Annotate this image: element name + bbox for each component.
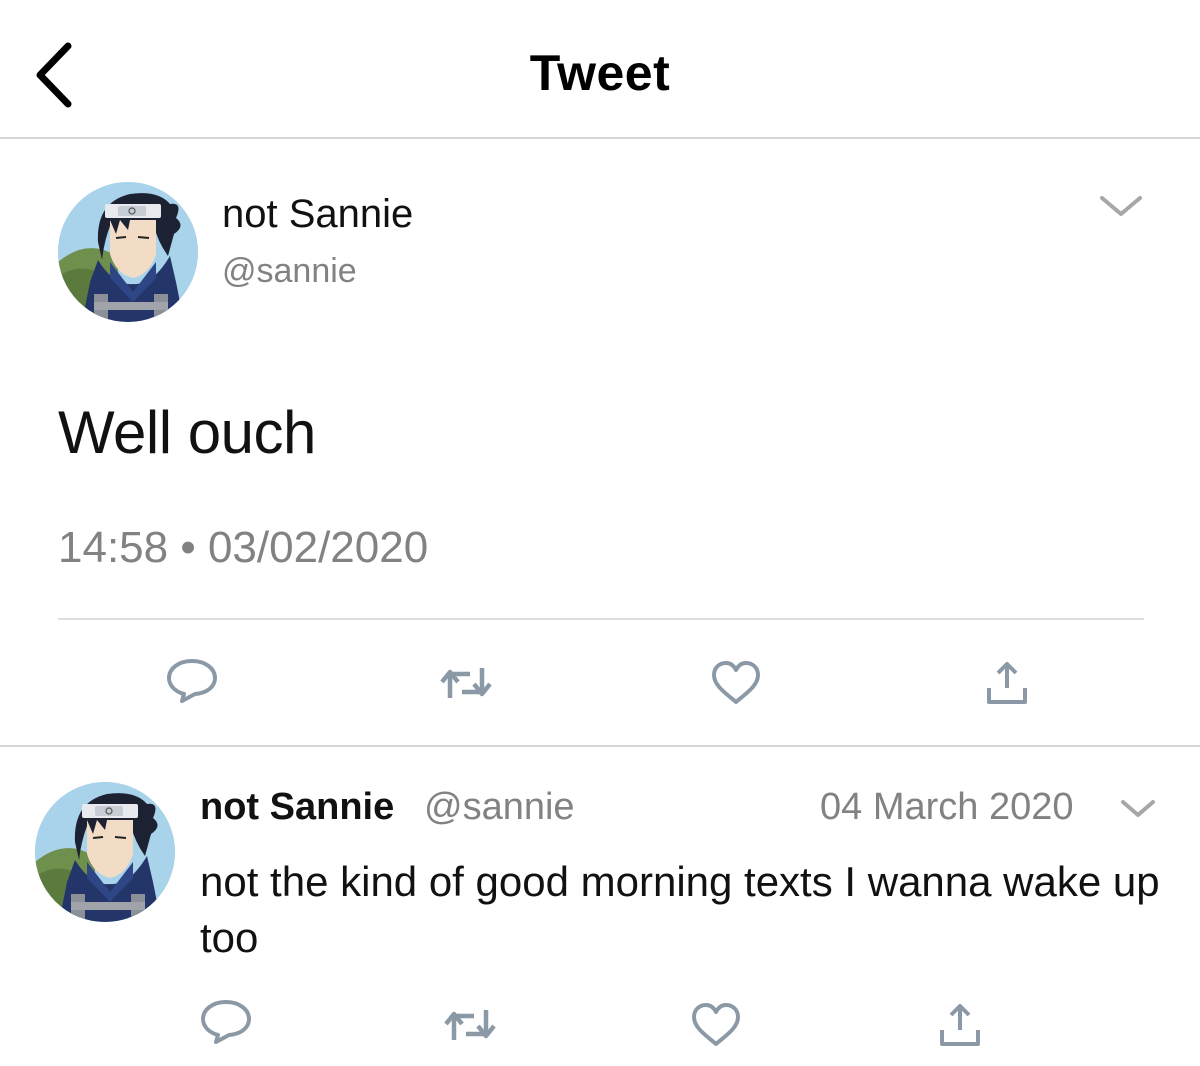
tweet-detail-screen: Tweet not Sannie @sannie Well ouch 14:58… [0, 0, 1200, 1066]
divider [58, 618, 1144, 620]
tweet-date: 04 March 2020 [820, 786, 1074, 828]
divider [0, 745, 1200, 747]
tweet-options-button[interactable] [1119, 793, 1157, 823]
retweet-button[interactable] [436, 658, 496, 713]
like-icon [686, 1000, 746, 1050]
like-button[interactable] [686, 1000, 746, 1055]
avatar[interactable] [35, 782, 175, 922]
author-name[interactable]: not Sannie [222, 192, 413, 237]
chevron-down-icon [1100, 196, 1142, 216]
reply-button[interactable] [196, 996, 256, 1051]
retweet-button[interactable] [440, 1000, 500, 1055]
reply-icon [196, 996, 256, 1046]
like-button[interactable] [706, 658, 766, 713]
avatar[interactable] [58, 182, 198, 322]
tweet-text: Well ouch [58, 399, 316, 466]
share-button[interactable] [930, 1000, 990, 1055]
retweet-icon [436, 658, 496, 708]
author-handle[interactable]: @sannie [424, 786, 575, 829]
author-name[interactable]: not Sannie [200, 786, 394, 829]
share-icon [977, 658, 1037, 708]
share-button[interactable] [977, 658, 1037, 713]
tweet-options-button[interactable] [1098, 188, 1144, 222]
tweet-text: not the kind of good morning texts I wan… [200, 858, 1160, 961]
reply-icon [162, 655, 222, 705]
share-icon [930, 1000, 990, 1050]
chevron-down-icon [1121, 800, 1155, 817]
retweet-icon [440, 1000, 500, 1050]
like-icon [706, 658, 766, 708]
tweet-timestamp: 14:58 • 03/02/2020 [58, 523, 429, 572]
author-handle[interactable]: @sannie [222, 252, 357, 291]
reply-button[interactable] [162, 655, 222, 710]
top-bar: Tweet [0, 0, 1200, 139]
page-title: Tweet [529, 45, 671, 101]
